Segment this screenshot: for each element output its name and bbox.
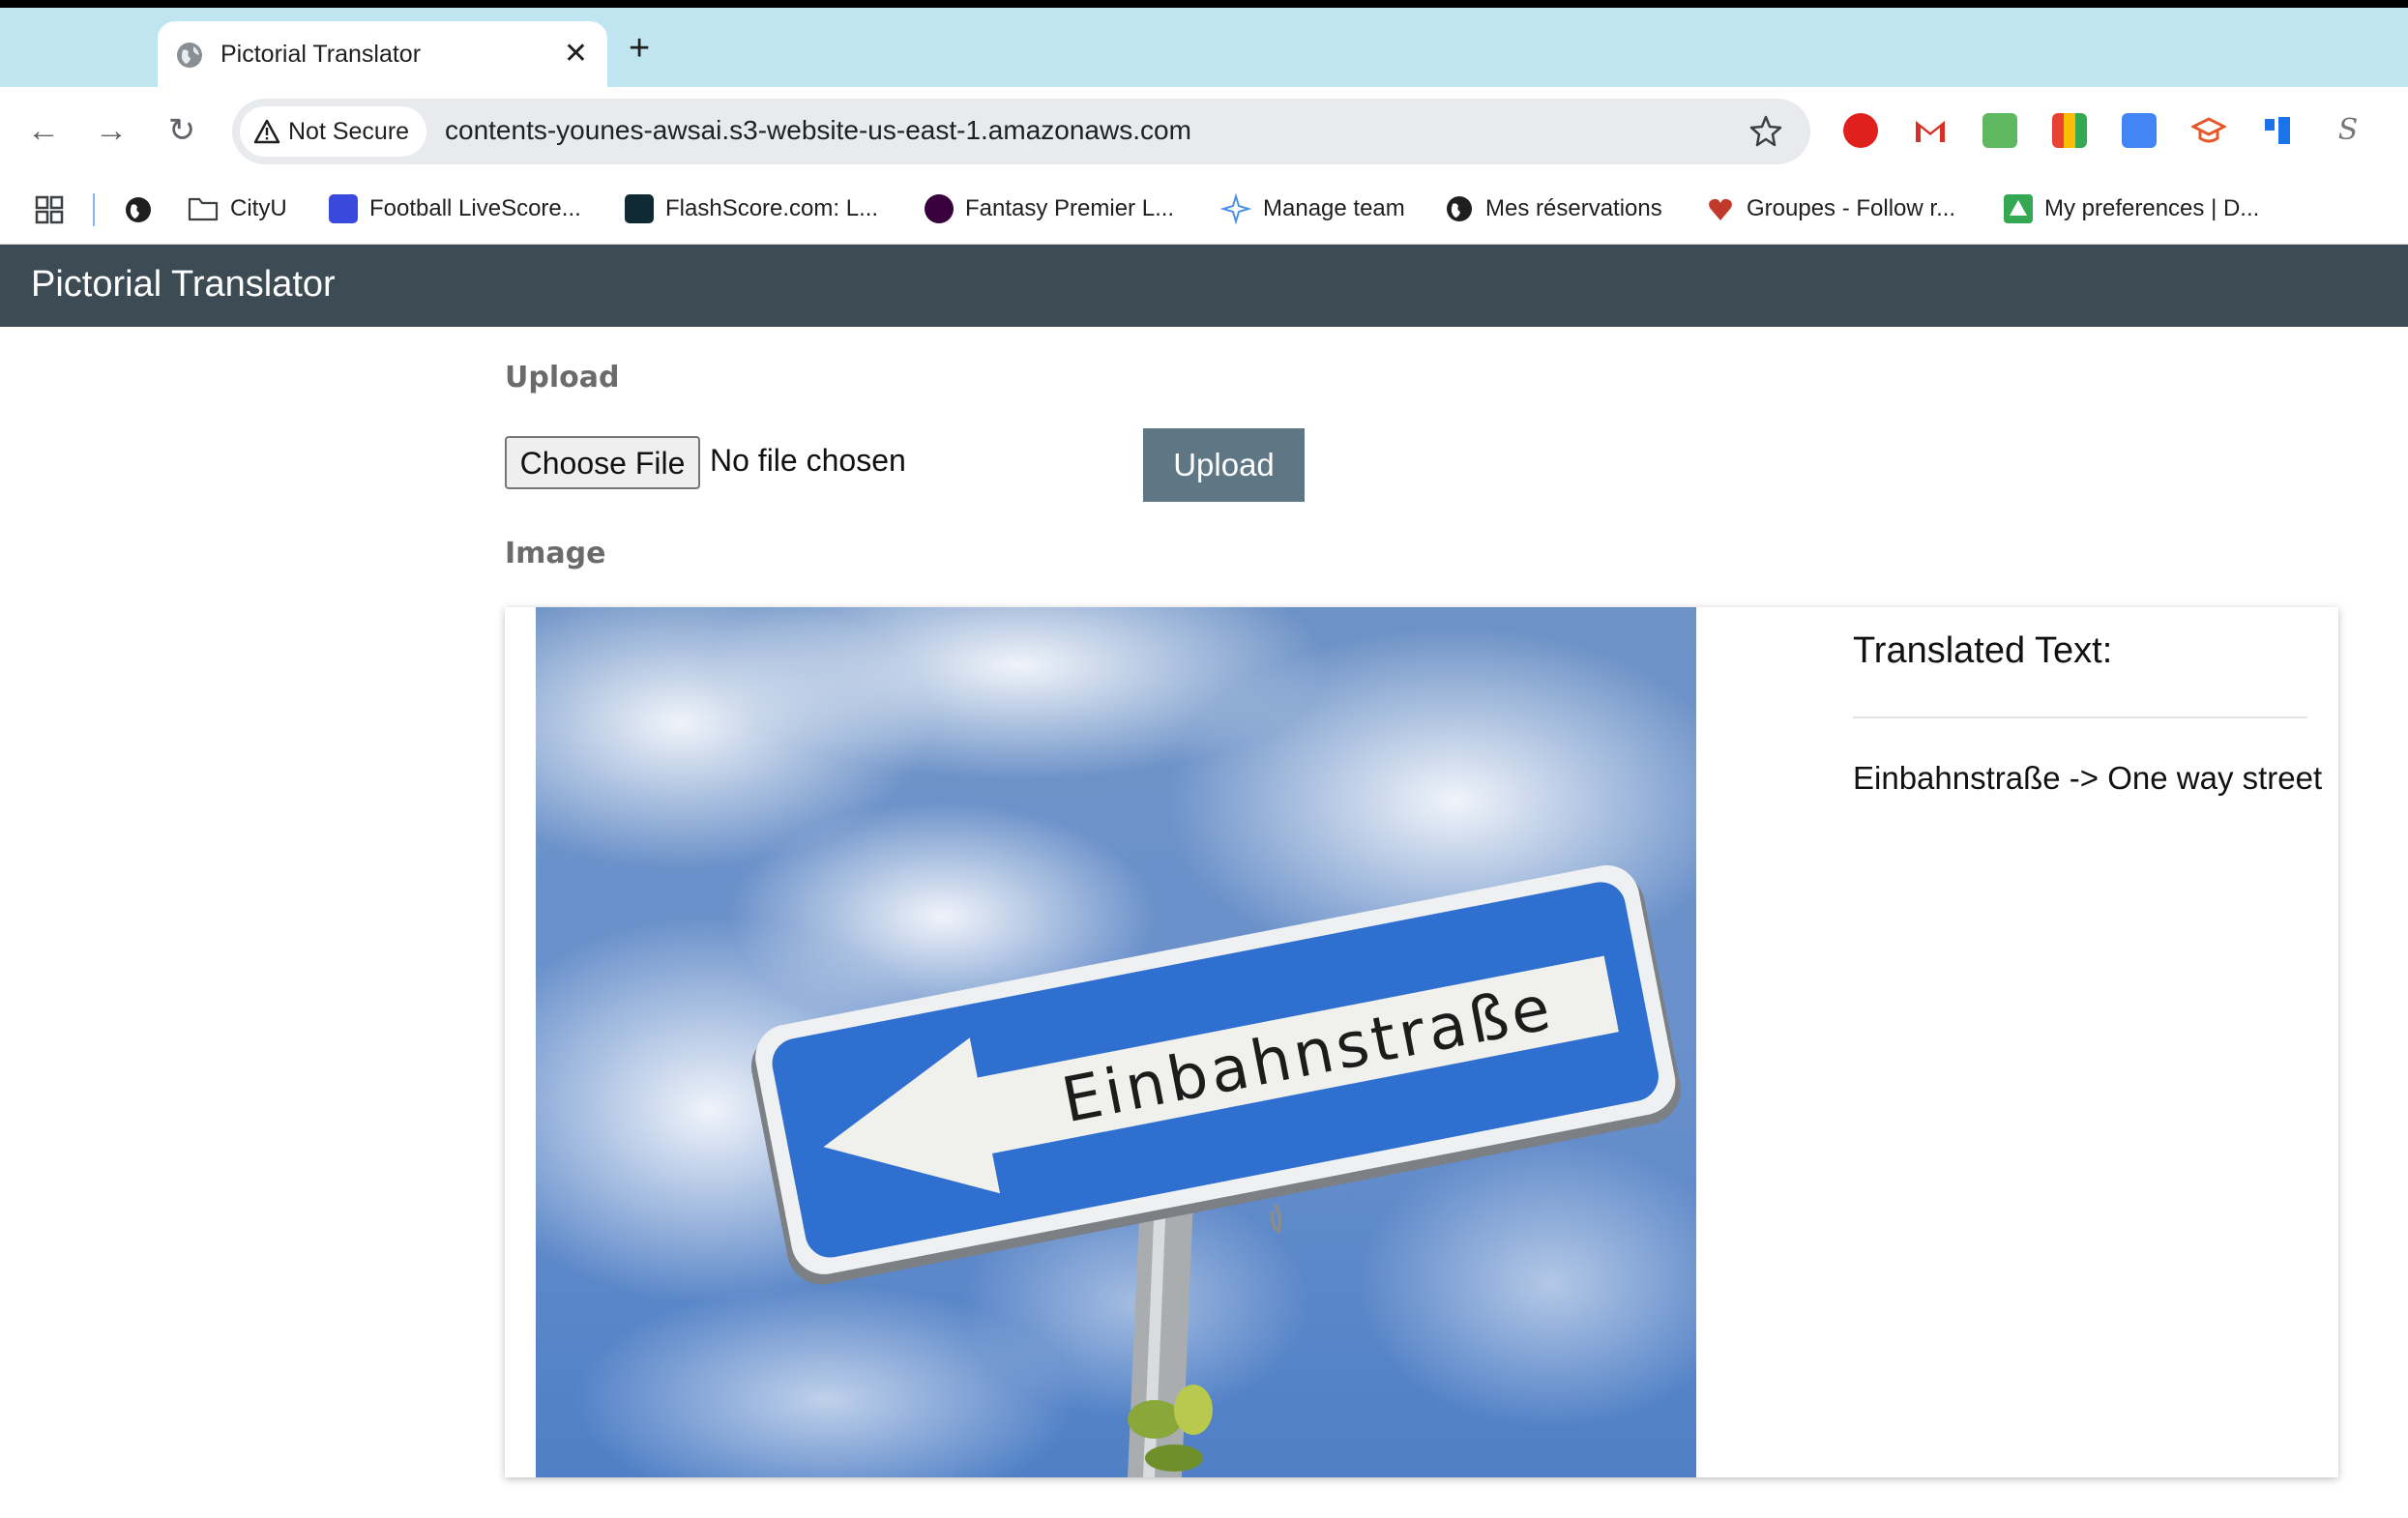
tab-title: Pictorial Translator bbox=[220, 41, 422, 68]
color-extension-icon[interactable] bbox=[2052, 113, 2087, 148]
upload-section-label: Upload bbox=[505, 361, 620, 394]
result-card: Einbahnstraße Translated Text: Einbahnst… bbox=[505, 607, 2338, 1477]
s-extension-icon[interactable]: S bbox=[2331, 113, 2365, 148]
window-top-edge bbox=[0, 0, 2408, 8]
grad-cap-extension-icon[interactable] bbox=[2191, 113, 2226, 148]
bookmark-cityu[interactable]: CityU bbox=[188, 191, 287, 226]
street-sign-photo: Einbahnstraße bbox=[536, 607, 1696, 1477]
back-icon[interactable]: ← bbox=[21, 108, 66, 153]
trello-extension-icon[interactable] bbox=[2261, 113, 2296, 148]
browser-toolbar: ← → ↻ Not Secure contents-younes-awsai.s… bbox=[0, 87, 2408, 174]
heart-icon bbox=[1709, 198, 1732, 220]
apps-grid-icon[interactable] bbox=[35, 195, 64, 224]
tab-strip: Pictorial Translator ✕ + bbox=[0, 8, 2408, 89]
flashscore-icon bbox=[625, 194, 654, 223]
folder-icon bbox=[188, 197, 219, 221]
bookmark-label: My preferences | D... bbox=[2044, 195, 2260, 221]
uploaded-image: Einbahnstraße bbox=[536, 607, 1696, 1477]
warning-icon bbox=[253, 119, 280, 144]
checklist-extension-icon[interactable] bbox=[1982, 113, 2017, 148]
address-bar[interactable]: Not Secure contents-younes-awsai.s3-webs… bbox=[232, 99, 1810, 164]
bookmark-label: Groupes - Follow r... bbox=[1747, 195, 1956, 221]
globe-icon bbox=[1447, 196, 1472, 221]
upload-button[interactable]: Upload bbox=[1143, 428, 1305, 502]
reload-icon[interactable]: ↻ bbox=[160, 108, 204, 153]
bookmark-label: CityU bbox=[230, 195, 287, 221]
livescore-icon bbox=[329, 194, 358, 223]
translate-extension-icon[interactable] bbox=[2122, 113, 2157, 148]
security-chip[interactable]: Not Secure bbox=[240, 106, 427, 157]
translated-title: Translated Text: bbox=[1853, 630, 2113, 671]
bookmark-label: Fantasy Premier L... bbox=[965, 195, 1175, 221]
app-title: Pictorial Translator bbox=[31, 264, 336, 305]
forward-icon[interactable]: → bbox=[89, 108, 133, 153]
drive-icon bbox=[2004, 194, 2033, 223]
star-icon[interactable] bbox=[1747, 112, 1785, 151]
browser-tab[interactable]: Pictorial Translator ✕ bbox=[158, 21, 607, 89]
bookmark-mes-reservations[interactable]: Mes réservations bbox=[1445, 191, 1662, 226]
translated-divider bbox=[1853, 716, 2307, 718]
bookmarks-bar: CityU Football LiveScore... FlashScore.c… bbox=[0, 174, 2408, 245]
bookmark-flashscore[interactable]: FlashScore.com: L... bbox=[625, 191, 878, 226]
bookmark-label: Mes réservations bbox=[1485, 195, 1662, 221]
adblock-extension-icon[interactable] bbox=[1843, 113, 1878, 148]
bookmark-label: Manage team bbox=[1263, 195, 1405, 221]
bookmark-football-livescore[interactable]: Football LiveScore... bbox=[329, 191, 581, 226]
premier-league-icon bbox=[925, 194, 954, 223]
sparkle-star-icon bbox=[1220, 193, 1251, 224]
security-label: Not Secure bbox=[288, 117, 410, 145]
bookmarks-divider bbox=[93, 193, 95, 226]
bookmark-groupes[interactable]: Groupes - Follow r... bbox=[1706, 191, 1955, 226]
bookmark-label: FlashScore.com: L... bbox=[665, 195, 879, 221]
plus-icon[interactable]: + bbox=[629, 29, 650, 68]
bookmark-label: Football LiveScore... bbox=[369, 195, 581, 221]
url-text[interactable]: contents-younes-awsai.s3-website-us-east… bbox=[445, 115, 1191, 146]
bookmark-manage-team[interactable]: Manage team bbox=[1220, 191, 1405, 226]
app-header: Pictorial Translator bbox=[0, 245, 2408, 327]
close-icon[interactable]: ✕ bbox=[564, 35, 588, 73]
globe-icon[interactable] bbox=[124, 195, 153, 224]
bookmark-fantasy-premier[interactable]: Fantasy Premier L... bbox=[925, 191, 1174, 226]
choose-file-button[interactable]: Choose File bbox=[505, 436, 700, 489]
globe-icon bbox=[177, 43, 202, 68]
bookmark-my-preferences[interactable]: My preferences | D... bbox=[2004, 191, 2259, 226]
gmail-extension-icon[interactable] bbox=[1913, 113, 1948, 148]
image-section-label: Image bbox=[505, 537, 606, 570]
file-status-text: No file chosen bbox=[710, 443, 906, 478]
translated-text: Einbahnstraße -> One way street bbox=[1853, 760, 2323, 796]
